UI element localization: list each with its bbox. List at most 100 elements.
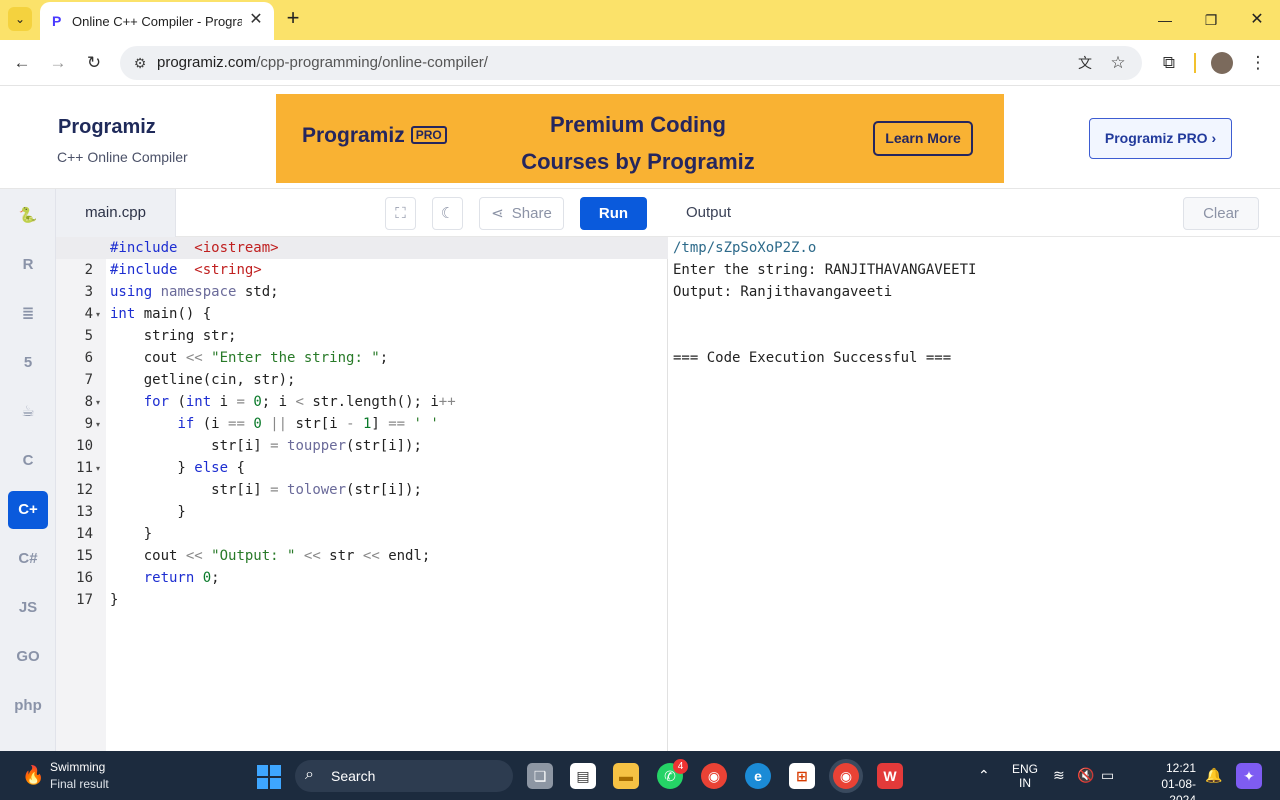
window-close-icon[interactable]: ✕ xyxy=(1242,8,1272,32)
editor-header: main.cpp ⛶ ☾ ⋖ Share Run xyxy=(56,189,668,237)
code-line[interactable]: for (int i = 0; i < str.length(); i++ xyxy=(110,394,456,410)
profile-avatar[interactable] xyxy=(1211,52,1233,74)
clear-button[interactable]: Clear xyxy=(1183,197,1259,230)
file-icon[interactable]: ▤ xyxy=(570,763,596,789)
fold-toggle-icon[interactable]: ▾ xyxy=(96,398,100,407)
restore-icon[interactable]: ❐ xyxy=(1196,8,1226,32)
taskbar-clock[interactable]: 12:21 01-08-2024 xyxy=(1136,760,1196,800)
wifi-icon[interactable]: ≋ xyxy=(1053,767,1065,784)
code-line[interactable]: str[i] = tolower(str[i]); xyxy=(110,482,422,498)
language-python-icon[interactable]: 🐍 xyxy=(8,197,48,235)
code-line[interactable]: string str; xyxy=(110,328,237,344)
code-token: ] xyxy=(371,416,389,432)
address-bar[interactable]: ⚙ programiz.com/cpp-programming/online-c… xyxy=(120,46,1142,80)
promo-banner[interactable]: Programiz PRO Premium Coding Courses by P… xyxy=(276,94,1004,183)
file-tab[interactable]: main.cpp xyxy=(56,189,176,237)
edge-icon[interactable]: e xyxy=(745,763,771,789)
chrome-icon[interactable]: ◉ xyxy=(701,763,727,789)
programiz-pro-button[interactable]: Programiz PRO › xyxy=(1089,118,1232,159)
task-view-icon[interactable]: ❏ xyxy=(527,763,553,789)
site-info-icon[interactable]: ⚙ xyxy=(130,53,150,73)
code-line[interactable]: } xyxy=(110,504,185,520)
chrome-profile-icon[interactable]: ◉ xyxy=(833,763,859,789)
bookmark-star-icon[interactable]: ☆ xyxy=(1106,51,1130,75)
code-line[interactable]: return 0; xyxy=(110,570,220,586)
code-line[interactable]: using namespace std; xyxy=(110,284,279,300)
share-button[interactable]: ⋖ Share xyxy=(479,197,564,230)
code-line[interactable]: int main() { xyxy=(110,306,211,322)
code-token: << xyxy=(185,350,203,366)
run-button[interactable]: Run xyxy=(580,197,647,230)
forward-icon[interactable]: → xyxy=(46,51,70,75)
file-explorer-icon[interactable]: ▬ xyxy=(613,763,639,789)
code-line[interactable]: #include <string> xyxy=(110,262,262,278)
weather-title[interactable]: Swimming xyxy=(50,760,105,774)
learn-more-button[interactable]: Learn More xyxy=(873,121,973,156)
new-tab-icon[interactable]: + xyxy=(282,7,304,30)
code-line[interactable]: cout << "Enter the string: "; xyxy=(110,350,388,366)
language-go-icon[interactable]: GO xyxy=(8,638,48,676)
language-php-icon[interactable]: php xyxy=(8,687,48,725)
browser-menu-icon[interactable]: ⋮ xyxy=(1246,51,1270,75)
code-editor[interactable]: #include <iostream> #include <string> usin… xyxy=(56,237,668,751)
weather-subtitle[interactable]: Final result xyxy=(50,777,109,791)
weather-icon[interactable]: 🔥 xyxy=(22,765,44,786)
taskbar-search[interactable]: ⌕ Search xyxy=(295,760,513,792)
code-line[interactable]: cout << "Output: " << str << endl; xyxy=(110,548,431,564)
volume-muted-icon[interactable]: 🔇 xyxy=(1077,767,1094,784)
language-sidebar: 🐍 R ≣ 5 ☕ C C+ C# JS GO php xyxy=(0,189,56,751)
banner-title-line2: Courses by Programiz xyxy=(521,149,755,174)
code-line[interactable]: #include <iostream> xyxy=(110,240,279,256)
programiz-favicon-icon: P xyxy=(52,13,62,29)
fold-toggle-icon[interactable]: ▾ xyxy=(96,420,100,429)
language-html-icon[interactable]: 5 xyxy=(8,344,48,382)
language-cpp-icon[interactable]: C+ xyxy=(8,491,48,529)
code-line[interactable]: } xyxy=(110,526,152,542)
language-csharp-icon[interactable]: C# xyxy=(8,540,48,578)
notification-bell-icon[interactable]: 🔔 xyxy=(1205,767,1222,784)
code-token: cout xyxy=(110,350,186,366)
code-line[interactable]: } xyxy=(110,592,118,608)
output-title: Output xyxy=(686,204,732,221)
tab-search-chevron-icon[interactable]: ⌄ xyxy=(8,7,32,31)
code-line[interactable]: if (i == 0 || str[i - 1] == ' ' xyxy=(110,416,438,432)
tab-close-icon[interactable]: ✕ xyxy=(246,10,266,30)
dark-mode-icon[interactable]: ☾ xyxy=(432,197,463,230)
battery-icon[interactable]: ▭ xyxy=(1101,767,1114,784)
language-c-icon[interactable]: C xyxy=(8,442,48,480)
search-icon: ⌕ xyxy=(305,766,314,783)
show-hidden-icons-icon[interactable]: ⌃ xyxy=(978,767,990,784)
url-text[interactable]: programiz.com/cpp-programming/online-com… xyxy=(157,54,488,71)
language-indicator[interactable]: ENG IN xyxy=(1012,762,1038,790)
fold-toggle-icon[interactable]: ▾ xyxy=(96,464,100,473)
reload-icon[interactable]: ↻ xyxy=(82,51,106,75)
browser-tab[interactable]: P Online C++ Compiler - Program ✕ xyxy=(40,2,274,40)
code-line[interactable]: } else { xyxy=(110,460,244,476)
code-token: str[i xyxy=(287,416,347,432)
output-line: Enter the string: RANJITHAVANGAVEETI xyxy=(673,262,977,278)
translate-icon[interactable]: 文 xyxy=(1073,51,1097,75)
start-windows-icon[interactable] xyxy=(257,765,281,789)
code-token: } xyxy=(110,592,119,608)
output-line: Output: Ranjithavangaveeti xyxy=(673,284,893,300)
language-r-icon[interactable]: R xyxy=(8,246,48,284)
language-js-icon[interactable]: JS xyxy=(8,589,48,627)
fullscreen-icon[interactable]: ⛶ xyxy=(385,197,416,230)
language-java-icon[interactable]: ☕ xyxy=(8,393,48,431)
microsoft-store-icon[interactable]: ⊞ xyxy=(789,763,815,789)
extensions-icon[interactable]: ⧉ xyxy=(1157,51,1181,75)
copilot-icon[interactable]: ✦ xyxy=(1236,763,1262,789)
back-icon[interactable]: ← xyxy=(10,51,34,75)
code-line[interactable]: getline(cin, str); xyxy=(110,372,296,388)
fold-toggle-icon[interactable]: ▾ xyxy=(96,310,100,319)
output-console[interactable]: /tmp/sZpSoXoP2Z.o Enter the string: RANJI… xyxy=(668,237,1280,751)
language-sql-icon[interactable]: ≣ xyxy=(8,295,48,333)
programiz-logo[interactable]: Programiz xyxy=(58,116,156,139)
code-line[interactable]: str[i] = toupper(str[i]); xyxy=(110,438,422,454)
minimize-icon[interactable]: — xyxy=(1150,8,1180,32)
wps-office-icon[interactable]: W xyxy=(877,763,903,789)
